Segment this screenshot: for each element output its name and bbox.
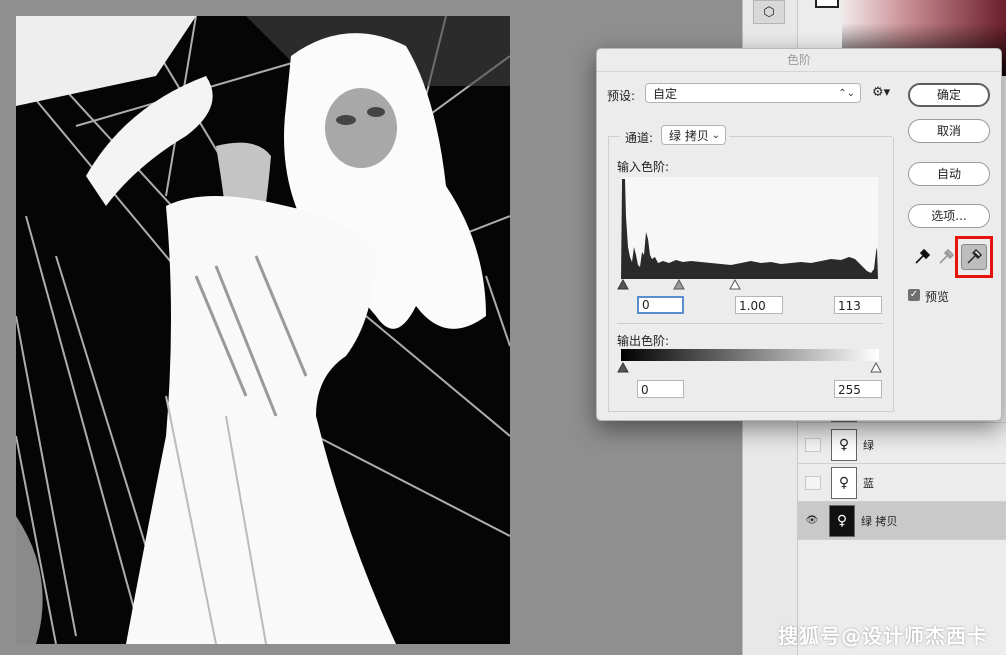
output-levels-label: 输出色阶: bbox=[617, 334, 670, 348]
channel-row-blue[interactable]: ♀ 蓝 bbox=[798, 464, 1006, 502]
channel-thumbnail: ♀ bbox=[829, 504, 855, 537]
eye-icon[interactable]: 👁 bbox=[805, 515, 819, 527]
gray-eyedropper-icon[interactable] bbox=[937, 248, 955, 266]
channel-name: 蓝 bbox=[863, 476, 874, 490]
channel-name: 绿 bbox=[863, 438, 874, 452]
ok-button[interactable]: 确定 bbox=[908, 83, 990, 107]
input-gamma-field[interactable]: 1.00 bbox=[735, 296, 783, 314]
chevron-updown-icon: ⌃⌄ bbox=[838, 88, 855, 99]
input-sliders[interactable] bbox=[617, 279, 881, 291]
output-sliders[interactable] bbox=[617, 362, 883, 374]
levels-dialog: 色阶 预设: 自定 ⌃⌄ ⚙▾ 通道: 绿 拷贝 ⌄ 输入色阶: 0 1.00 … bbox=[596, 48, 1002, 421]
preview-label: 预览 bbox=[925, 290, 950, 304]
preset-value: 自定 bbox=[653, 87, 678, 101]
preview-checkbox[interactable]: ✓ bbox=[908, 289, 920, 301]
channel-row-green-copy[interactable]: 👁 ♀ 绿 拷贝 bbox=[798, 502, 1006, 540]
output-black-slider bbox=[617, 362, 629, 373]
visibility-toggle[interactable] bbox=[805, 437, 821, 452]
3d-cube-icon[interactable]: ⬡ bbox=[753, 0, 785, 24]
chevron-down-icon: ⌄ bbox=[711, 130, 720, 141]
channel-select[interactable]: 绿 拷贝 ⌄ bbox=[661, 125, 726, 145]
visibility-toggle[interactable] bbox=[805, 475, 821, 490]
channel-thumbnail: ♀ bbox=[831, 428, 857, 461]
gear-icon[interactable]: ⚙▾ bbox=[872, 85, 890, 100]
histogram bbox=[621, 177, 878, 279]
canvas-image bbox=[16, 16, 510, 644]
channel-name: 绿 拷贝 bbox=[861, 514, 898, 528]
color-swatch[interactable] bbox=[815, 0, 839, 8]
white-point-slider bbox=[729, 279, 741, 290]
black-eyedropper-icon[interactable] bbox=[913, 248, 931, 266]
channel-label: 通道: bbox=[625, 131, 654, 145]
channel-thumbnail: ♀ bbox=[831, 466, 857, 499]
gamma-slider bbox=[673, 279, 685, 290]
histogram-curve bbox=[621, 179, 878, 279]
document-canvas[interactable] bbox=[16, 16, 510, 644]
preset-select[interactable]: 自定 ⌃⌄ bbox=[645, 83, 861, 103]
input-white-field[interactable]: 113 bbox=[834, 296, 882, 314]
channel-value: 绿 拷贝 bbox=[669, 129, 709, 143]
output-gradient bbox=[621, 349, 879, 361]
options-button[interactable]: 选项... bbox=[908, 204, 990, 228]
dialog-title: 色阶 bbox=[597, 49, 1001, 72]
output-white-slider bbox=[870, 362, 882, 373]
cancel-button[interactable]: 取消 bbox=[908, 119, 990, 143]
output-white-field[interactable]: 255 bbox=[834, 380, 882, 398]
black-point-slider bbox=[617, 279, 629, 290]
input-black-field[interactable]: 0 bbox=[637, 296, 684, 314]
preset-label: 预设: bbox=[607, 89, 636, 103]
highlight-annotation bbox=[955, 236, 993, 278]
output-black-field[interactable]: 0 bbox=[637, 380, 684, 398]
auto-button[interactable]: 自动 bbox=[908, 162, 990, 186]
channel-row-green[interactable]: ♀ 绿 bbox=[798, 426, 1006, 464]
input-levels-label: 输入色阶: bbox=[617, 160, 670, 174]
watermark-text: 搜狐号@设计师杰西卡 bbox=[778, 624, 988, 648]
